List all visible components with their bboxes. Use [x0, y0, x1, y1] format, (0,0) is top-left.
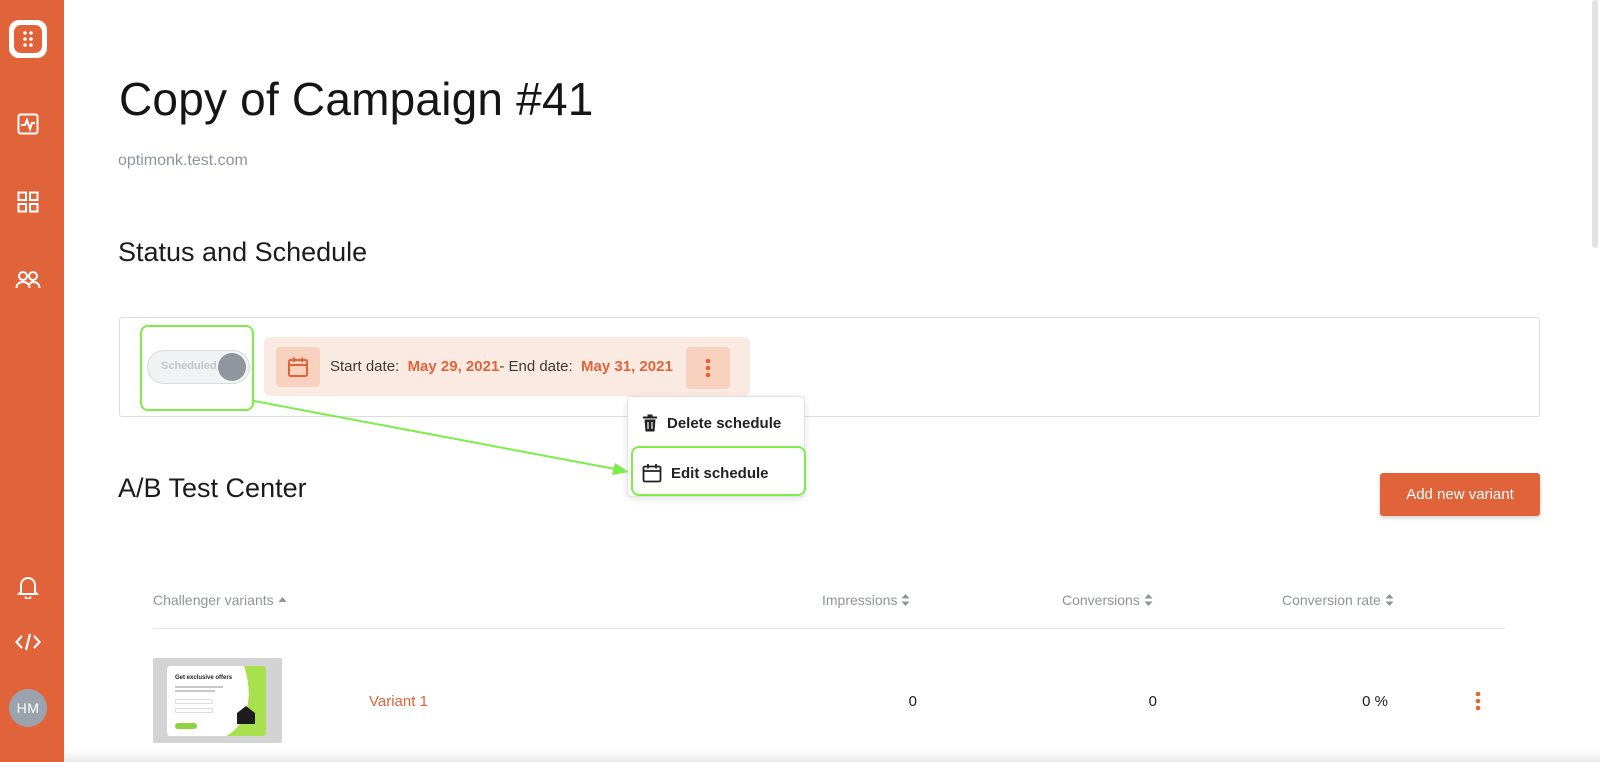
schedule-more-options-icon[interactable]: [686, 347, 730, 389]
column-header-variants[interactable]: Challenger variants: [153, 592, 287, 608]
ab-test-title: A/B Test Center: [118, 473, 307, 503]
calendar-icon: [276, 347, 320, 387]
toggle-label: Scheduled: [161, 360, 217, 372]
conversion-rate-value: 0 %: [1362, 693, 1388, 710]
avatar[interactable]: HM: [9, 689, 47, 727]
start-date-label: Start date:: [330, 358, 400, 375]
column-header-conversions[interactable]: Conversions: [1062, 592, 1153, 608]
schedule-dates: Start date: May 29, 2021- End date: May …: [330, 358, 673, 375]
campaign-domain: optimonk.test.com: [118, 152, 248, 169]
column-header-impressions[interactable]: Impressions: [822, 592, 910, 608]
row-more-options-icon[interactable]: [1470, 689, 1486, 713]
impressions-value: 0: [908, 693, 917, 710]
page-title: Copy of Campaign #41: [119, 73, 594, 125]
delete-schedule-item[interactable]: Delete schedule: [642, 414, 781, 432]
variant-name-link[interactable]: Variant 1: [369, 693, 428, 710]
status-section-title: Status and Schedule: [118, 237, 368, 267]
bottom-fade: [64, 750, 1600, 762]
table-divider: [153, 628, 1505, 629]
app-logo-icon[interactable]: [9, 20, 47, 58]
schedule-status-toggle[interactable]: Scheduled: [147, 350, 250, 384]
users-icon[interactable]: [14, 266, 42, 294]
code-icon[interactable]: [14, 628, 42, 656]
sort-icon: [1385, 594, 1394, 606]
sidebar: HM: [0, 0, 64, 762]
edit-schedule-highlight: [631, 446, 806, 496]
sort-icon: [901, 594, 910, 606]
scrollbar[interactable]: [1592, 0, 1598, 248]
sort-icon: [1144, 594, 1153, 606]
trash-icon: [643, 414, 657, 432]
conversions-value: 0: [1148, 693, 1157, 710]
start-date-value: May 29, 2021: [407, 358, 500, 375]
end-date-value: May 31, 2021: [581, 358, 673, 375]
grid-icon[interactable]: [14, 188, 42, 216]
envelope-illustration-icon: [226, 666, 266, 736]
toggle-knob: [218, 353, 246, 381]
schedule-chip: Start date: May 29, 2021- End date: May …: [264, 337, 750, 396]
sort-asc-icon: [278, 597, 287, 602]
add-new-variant-button[interactable]: Add new variant: [1380, 473, 1540, 516]
activity-chart-icon[interactable]: [14, 110, 42, 138]
variant-thumbnail[interactable]: Get exclusive offers: [153, 658, 282, 743]
bell-icon[interactable]: [14, 573, 42, 601]
column-header-conversion-rate[interactable]: Conversion rate: [1282, 592, 1394, 608]
end-date-label: - End date:: [499, 358, 573, 375]
